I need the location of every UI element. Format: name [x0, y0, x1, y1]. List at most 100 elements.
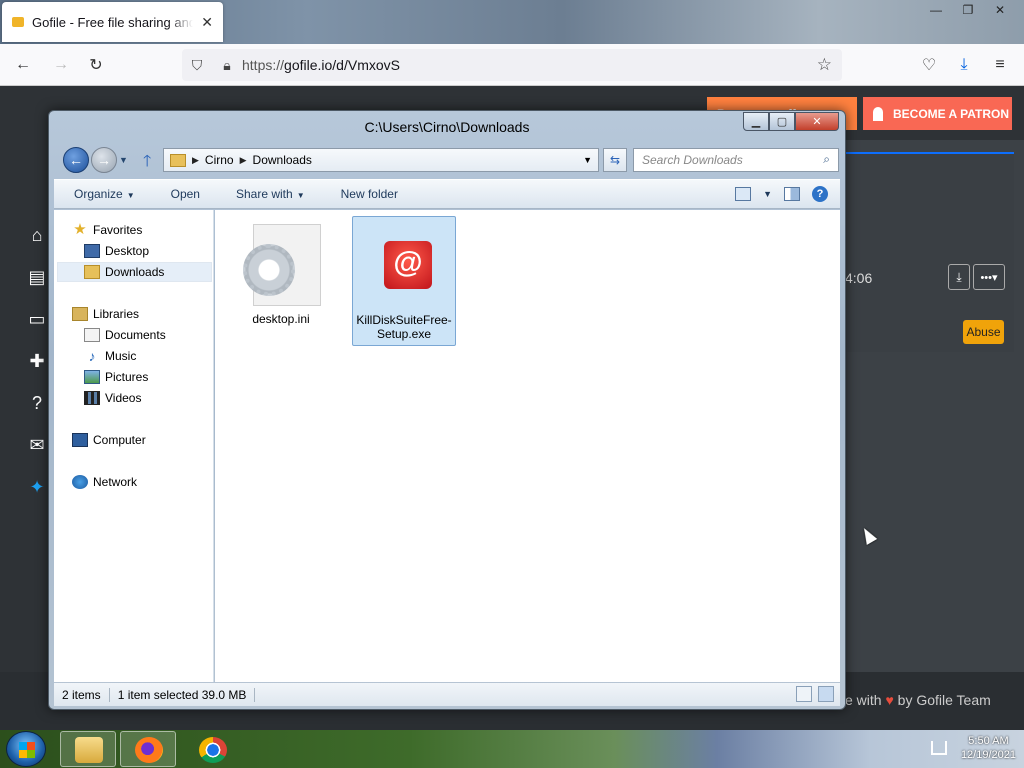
large-icons-view-icon[interactable] — [818, 686, 834, 702]
taskbar-chrome[interactable] — [184, 731, 240, 767]
explorer-maximize-button[interactable]: ▢ — [769, 112, 795, 131]
taskbar-firefox[interactable] — [120, 731, 176, 767]
upload-time-text: 4:06 — [845, 270, 873, 286]
menu-icon[interactable]: ≡ — [987, 53, 1013, 77]
browser-nav-bar: ← → ↻ ⛉ 🔒︎ https://gofile.io/d/VmxovS ☆ … — [0, 44, 1024, 86]
nav-documents[interactable]: Documents — [84, 325, 166, 345]
firefox-icon — [135, 737, 163, 763]
nav-pictures[interactable]: Pictures — [84, 367, 148, 387]
up-folder-icon[interactable]: 🡑 — [143, 150, 151, 177]
explorer-minimize-button[interactable]: ▁ — [743, 112, 769, 131]
more-options-button[interactable]: •••▾ — [973, 264, 1005, 290]
abuse-button[interactable]: Abuse — [963, 320, 1004, 344]
pocket-icon[interactable]: ♡ — [916, 53, 942, 77]
nav-libraries[interactable]: Libraries — [72, 304, 139, 324]
search-input[interactable]: Search Downloads ⌕ — [633, 148, 839, 172]
upload-file-icon[interactable]: ▤ — [26, 266, 48, 288]
forward-arrow-icon[interactable]: → — [48, 53, 74, 77]
lock-icon[interactable]: 🔒︎ — [212, 57, 242, 74]
music-note-icon: ♪ — [88, 348, 96, 364]
organize-button[interactable]: Organize ▼ — [54, 187, 151, 201]
monitor-icon[interactable]: ▭ — [26, 308, 48, 330]
mail-icon[interactable]: ✉ — [26, 434, 48, 456]
patreon-logo-icon — [873, 106, 883, 121]
selection-info: 1 item selected 39.0 MB — [110, 687, 256, 702]
bookmark-star-icon[interactable]: ☆ — [817, 55, 832, 75]
change-view-icon[interactable] — [735, 187, 752, 201]
nav-music[interactable]: ♪ Music — [84, 346, 137, 366]
details-view-icon[interactable] — [796, 686, 812, 702]
breadcrumb-cirno[interactable]: Cirno — [205, 153, 234, 167]
browser-tab[interactable]: Gofile - Free file sharing and storage ✕ — [2, 2, 223, 42]
address-dropdown-icon[interactable]: ▼ — [583, 155, 592, 165]
explorer-command-bar: Organize ▼ Open Share with ▼ New folder ▼ … — [54, 179, 840, 209]
browser-close-button[interactable]: ✕ — [984, 0, 1016, 20]
pictures-icon — [84, 370, 100, 384]
explorer-address-bar[interactable]: ▶ Cirno ▶ Downloads ▼ — [163, 148, 599, 172]
shield-icon[interactable]: ⛉ — [182, 57, 212, 74]
back-arrow-icon[interactable]: ← — [10, 53, 36, 77]
explorer-forward-button[interactable]: → — [91, 147, 117, 173]
chevron-right-icon[interactable]: ▶ — [192, 155, 199, 166]
status-view-toggles — [796, 686, 834, 702]
chrome-icon — [199, 737, 227, 763]
nav-videos[interactable]: Videos — [84, 388, 141, 408]
browser-minimize-button[interactable]: — — [920, 0, 952, 20]
windows-taskbar: 5:50 AM 12/19/2021 — [0, 730, 1024, 768]
start-button[interactable] — [6, 731, 46, 767]
chevron-right-icon[interactable]: ▶ — [240, 155, 247, 166]
explorer-window-controls: ▁ ▢ ✕ — [743, 112, 839, 131]
nav-downloads[interactable]: Downloads — [57, 262, 212, 282]
downloads-icon[interactable]: ⤓ — [951, 53, 977, 77]
browser-restore-button[interactable]: ❐ — [952, 0, 984, 20]
explorer-back-button[interactable]: ← — [63, 147, 89, 173]
nav-computer[interactable]: Computer — [72, 430, 146, 450]
file-item-desktop-ini[interactable]: desktop.ini — [229, 216, 333, 344]
browser-tab-bar: Gofile - Free file sharing and storage ✕… — [0, 0, 1024, 44]
file-name: desktop.ini — [252, 312, 310, 326]
help-icon[interactable]: ? — [812, 186, 828, 202]
clock-date: 12/19/2021 — [960, 749, 1016, 761]
patron-label: BECOME A PATRON — [893, 106, 1009, 121]
new-folder-button[interactable]: New folder — [321, 187, 414, 201]
item-count: 2 items — [54, 687, 110, 702]
computer-icon — [72, 433, 88, 447]
tab-close-icon[interactable]: ✕ — [201, 14, 213, 31]
heart-icon: ♥ — [885, 692, 894, 708]
navigation-pane: ★ Favorites Desktop Downloads Libraries D… — [54, 210, 214, 682]
open-button[interactable]: Open — [151, 187, 216, 201]
file-list-pane[interactable]: desktop.ini @ KillDiskSuiteFree-Setup.ex… — [215, 210, 840, 682]
clock[interactable]: 5:50 AM 12/19/2021 — [961, 734, 1016, 762]
browser-window-controls: — ❐ ✕ — [920, 0, 1016, 20]
view-controls: ▼ ? — [735, 186, 828, 202]
share-with-button[interactable]: Share with ▼ — [216, 187, 321, 201]
settings-file-icon — [241, 220, 321, 310]
home-icon[interactable]: ⌂ — [26, 224, 48, 246]
search-placeholder: Search Downloads — [642, 153, 743, 167]
gift-icon[interactable]: ✚ — [26, 350, 48, 372]
taskbar-explorer[interactable] — [60, 731, 116, 767]
nav-favorites[interactable]: ★ Favorites — [72, 220, 142, 240]
desktop-icon — [84, 244, 100, 258]
file-item-killdisk-setup[interactable]: @ KillDiskSuiteFree-Setup.exe — [352, 216, 456, 346]
help-icon[interactable]: ? — [26, 392, 48, 414]
search-icon[interactable]: ⌕ — [823, 152, 830, 167]
breadcrumb-downloads[interactable]: Downloads — [253, 153, 312, 167]
explorer-close-button[interactable]: ✕ — [795, 112, 839, 131]
network-status-icon[interactable] — [930, 741, 947, 755]
downloads-folder-icon — [170, 153, 186, 167]
download-file-button[interactable]: ⤓ — [948, 264, 970, 290]
nav-network[interactable]: Network — [72, 472, 137, 492]
preview-pane-icon[interactable] — [784, 187, 800, 201]
view-dropdown-icon[interactable]: ▼ — [763, 189, 772, 199]
refresh-button[interactable]: ⇆ — [603, 148, 627, 172]
become-patron-button[interactable]: BECOME A PATRON — [863, 97, 1012, 130]
explorer-title-bar[interactable]: C:\Users\Cirno\Downloads ▁ ▢ ✕ — [49, 111, 845, 143]
twitter-icon[interactable]: ✦ — [26, 476, 48, 498]
url-bar[interactable]: ⛉ 🔒︎ https://gofile.io/d/VmxovS ☆ — [182, 49, 842, 81]
documents-icon — [84, 328, 100, 342]
url-text: https://gofile.io/d/VmxovS — [242, 57, 400, 73]
nav-desktop[interactable]: Desktop — [84, 241, 149, 261]
recent-locations-dropdown[interactable]: ▼ — [119, 155, 128, 165]
reload-icon[interactable]: ↻ — [83, 53, 109, 77]
